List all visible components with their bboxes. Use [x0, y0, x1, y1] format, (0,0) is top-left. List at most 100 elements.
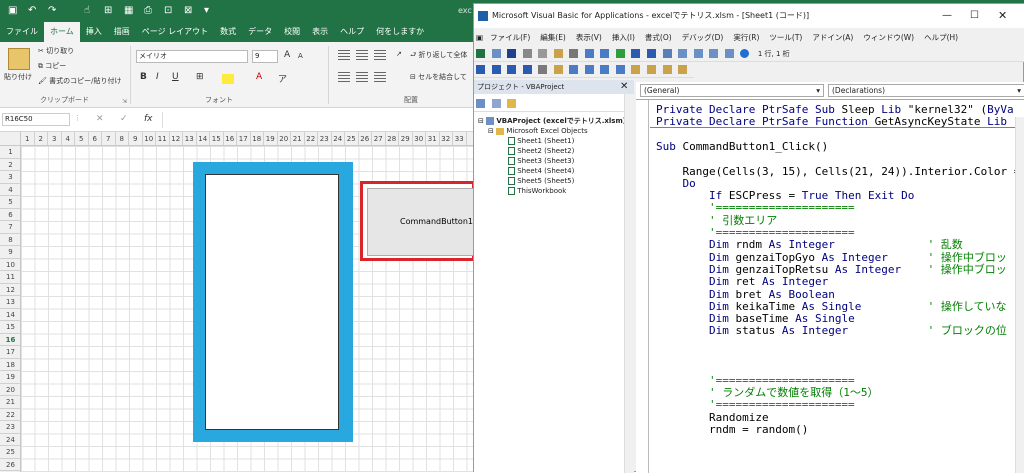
- menu-view[interactable]: 表示(V): [571, 32, 607, 43]
- tab-help[interactable]: ヘルプ: [334, 22, 370, 42]
- tab-file[interactable]: ファイル: [0, 22, 44, 42]
- column-header[interactable]: 15: [210, 132, 224, 145]
- row-header[interactable]: 17: [0, 346, 20, 359]
- bold-icon[interactable]: B: [140, 72, 147, 82]
- complete-word-icon[interactable]: [538, 65, 548, 74]
- code-editor[interactable]: Private Declare PtrSafe Sub Sleep Lib "k…: [636, 99, 1024, 473]
- menu-run[interactable]: 実行(R): [728, 32, 764, 43]
- row-header[interactable]: 13: [0, 296, 20, 309]
- column-header[interactable]: 6: [89, 132, 102, 145]
- tree-item-sheet1[interactable]: Sheet1 (Sheet1): [508, 136, 574, 146]
- column-header[interactable]: 26: [359, 132, 372, 145]
- font-color-icon[interactable]: A: [256, 72, 262, 82]
- object-browser-icon[interactable]: [709, 49, 719, 58]
- wrap-text-button[interactable]: ⮐ 折り返して全体: [410, 50, 467, 62]
- excel-icon[interactable]: ▣: [474, 33, 485, 42]
- column-header[interactable]: 8: [116, 132, 129, 145]
- column-header[interactable]: 18: [251, 132, 264, 145]
- merge-button[interactable]: ⊟ セルを結合して: [410, 72, 467, 82]
- maximize-icon[interactable]: ☐: [970, 4, 979, 28]
- cut-button[interactable]: ✂ 切り取り: [38, 46, 74, 56]
- paste-button[interactable]: 貼り付け: [4, 72, 32, 82]
- parameter-info-icon[interactable]: [522, 65, 532, 74]
- border-icon[interactable]: ⊡: [164, 4, 172, 18]
- row-header[interactable]: 25: [0, 446, 20, 459]
- help-icon[interactable]: [740, 49, 750, 58]
- chevron-down-icon[interactable]: ▾: [204, 4, 209, 18]
- project-explorer-icon[interactable]: [678, 49, 688, 58]
- column-header[interactable]: 12: [170, 132, 183, 145]
- indent-icon[interactable]: [569, 65, 579, 74]
- align-middle-icon[interactable]: [356, 50, 368, 60]
- next-bookmark-icon[interactable]: [647, 65, 657, 74]
- preview-icon[interactable]: ⊠: [184, 4, 192, 18]
- tab-data[interactable]: データ: [242, 22, 278, 42]
- column-header[interactable]: 4: [62, 132, 75, 145]
- menu-insert[interactable]: 挿入(I): [607, 32, 640, 43]
- row-header[interactable]: 19: [0, 371, 20, 384]
- menu-edit[interactable]: 編集(E): [535, 32, 571, 43]
- column-header[interactable]: 27: [372, 132, 386, 145]
- design-mode-icon[interactable]: [662, 49, 672, 58]
- menu-file[interactable]: ファイル(F): [485, 32, 535, 43]
- borders-icon[interactable]: ⊞: [196, 72, 204, 82]
- save-icon[interactable]: ▣: [8, 4, 17, 18]
- row-header[interactable]: 24: [0, 434, 20, 446]
- view-code-icon[interactable]: [476, 99, 485, 108]
- menu-help[interactable]: ヘルプ(H): [919, 32, 963, 43]
- procedure-combo[interactable]: (Declarations) ▾: [828, 84, 1024, 97]
- row-header[interactable]: 9: [0, 246, 20, 259]
- tab-view[interactable]: 表示: [306, 22, 334, 42]
- paste-icon[interactable]: [8, 48, 30, 70]
- insert-module-icon[interactable]: [491, 49, 501, 58]
- column-header[interactable]: 3: [48, 132, 62, 145]
- toggle-breakpoint-icon[interactable]: [553, 65, 563, 74]
- comment-block-icon[interactable]: [600, 65, 610, 74]
- save-icon[interactable]: [507, 49, 517, 58]
- align-bottom-icon[interactable]: [374, 50, 386, 60]
- table-icon[interactable]: ⊞: [104, 4, 112, 18]
- row-header[interactable]: 22: [0, 409, 20, 421]
- column-header[interactable]: 1: [21, 132, 35, 145]
- column-header[interactable]: 24: [332, 132, 345, 145]
- undo-icon[interactable]: ↶: [28, 4, 36, 18]
- row-header[interactable]: 6: [0, 209, 20, 221]
- project-scrollbar[interactable]: [624, 94, 634, 473]
- menu-addins[interactable]: アドイン(A): [807, 32, 858, 43]
- column-header[interactable]: 20: [278, 132, 291, 145]
- align-center-icon[interactable]: [356, 72, 368, 82]
- close-icon[interactable]: ✕: [998, 4, 1007, 28]
- row-header[interactable]: 21: [0, 396, 20, 409]
- row-header[interactable]: 16: [0, 334, 20, 346]
- column-header[interactable]: 19: [264, 132, 278, 145]
- fill-color-icon[interactable]: [222, 74, 234, 84]
- column-header[interactable]: 10: [143, 132, 156, 145]
- column-header[interactable]: 22: [305, 132, 318, 145]
- uncomment-block-icon[interactable]: [615, 65, 625, 74]
- column-header[interactable]: 17: [237, 132, 251, 145]
- column-header[interactable]: 23: [318, 132, 332, 145]
- toggle-folders-icon[interactable]: [507, 99, 517, 108]
- align-left-icon[interactable]: [338, 72, 350, 82]
- tree-item-sheet5[interactable]: Sheet5 (Sheet5): [508, 176, 574, 186]
- tree-item-sheet2[interactable]: Sheet2 (Sheet2): [508, 146, 574, 156]
- menu-format[interactable]: 書式(O): [640, 32, 677, 43]
- tab-formulas[interactable]: 数式: [214, 22, 242, 42]
- view-excel-icon[interactable]: [476, 49, 485, 58]
- tree-item-sheet4[interactable]: Sheet4 (Sheet4): [508, 166, 574, 176]
- tree-item-sheet3[interactable]: Sheet3 (Sheet3): [508, 156, 574, 166]
- orientation-icon[interactable]: ↗: [396, 50, 402, 58]
- print-icon[interactable]: ⎙: [144, 4, 152, 18]
- minimize-icon[interactable]: —: [942, 4, 952, 28]
- column-header[interactable]: 9: [129, 132, 143, 145]
- row-header[interactable]: 15: [0, 321, 20, 334]
- row-header[interactable]: 5: [0, 196, 20, 209]
- list-constants-icon[interactable]: [491, 65, 501, 74]
- name-box[interactable]: R16C50: [2, 113, 70, 126]
- tab-home[interactable]: ホーム: [44, 22, 80, 42]
- row-header[interactable]: 3: [0, 171, 20, 184]
- column-header[interactable]: 2: [35, 132, 48, 145]
- code-scrollbar[interactable]: [1015, 117, 1024, 473]
- column-header[interactable]: 28: [386, 132, 399, 145]
- touch-mode-icon[interactable]: ☝: [84, 4, 90, 18]
